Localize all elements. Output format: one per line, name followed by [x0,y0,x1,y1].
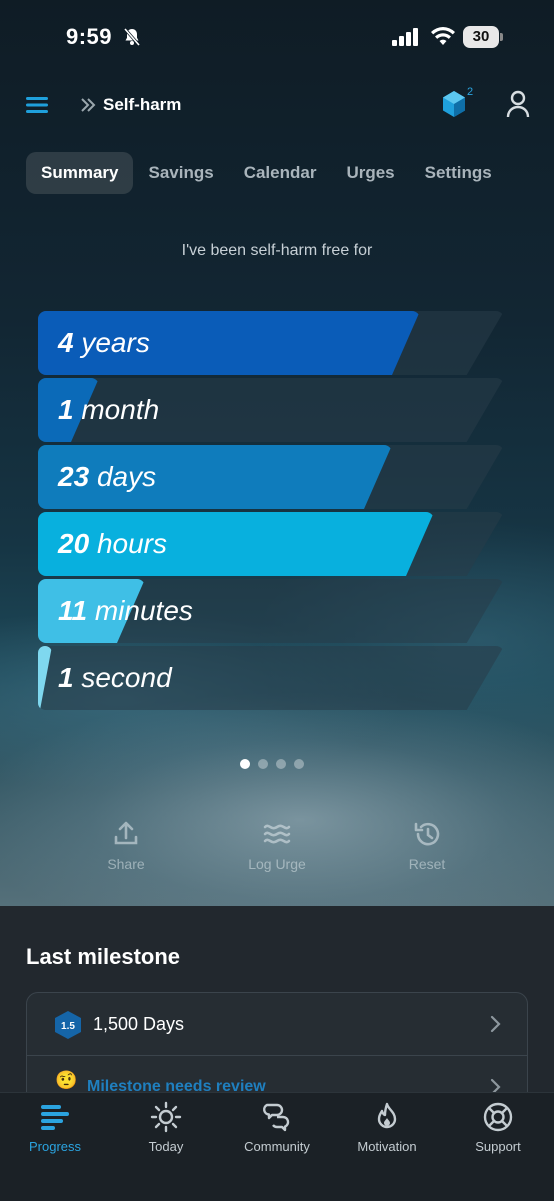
nav-support-label: Support [475,1139,521,1154]
milestone-badge-text: 1.5 [61,1021,75,1032]
log-urge-button[interactable]: Log Urge [227,820,327,872]
counter-unit: second [81,662,172,693]
nav-progress-label: Progress [28,1139,82,1154]
reset-label: Reset [408,856,446,872]
counter-seconds: 1 second [38,646,504,710]
tab-calendar[interactable]: Calendar [229,152,332,194]
free-for-caption: I've been self-harm free for [181,242,373,259]
log-urge-label: Log Urge [248,856,306,872]
page-dot[interactable] [276,759,286,769]
chevron-right-icon [489,1015,501,1038]
counter-months: 1 month [38,378,504,442]
milestone-panel: Last milestone 1.5 1,500 Days 🤨 Mileston… [0,906,554,1134]
counter-unit: month [81,394,160,425]
page-dot[interactable] [258,759,268,769]
counter-unit: minutes [94,595,193,626]
counter-actions: Share Log Urge Reset [0,820,554,884]
gem-count: 2 [467,86,474,98]
tab-summary[interactable]: Summary [26,152,134,194]
counter-value: 20 [58,528,90,559]
status-bar: 9:59 30 [0,0,554,74]
reset-button[interactable]: Reset [377,820,477,872]
tab-settings[interactable]: Settings [410,152,507,194]
counter-days: 23 days [38,445,504,509]
chat-bubbles-icon [222,1101,332,1133]
share-button[interactable]: Share [76,820,176,872]
progress-bars-icon [0,1101,110,1133]
lifebuoy-icon [443,1101,553,1133]
nav-support[interactable]: Support [443,1101,553,1154]
counter-unit: years [81,327,150,358]
tab-urges[interactable]: Urges [331,152,409,194]
addiction-title[interactable]: Self-harm [103,95,181,115]
status-time: 9:59 [66,24,113,49]
counter-unit: days [96,461,157,492]
nav-community-label: Community [244,1139,310,1154]
hexagon-gem-icon[interactable] [442,90,466,123]
section-tabs: Summary Savings Calendar Urges Settings [26,152,507,194]
counter-hours: 20 hours [38,512,504,576]
top-nav: Self-harm 2 [0,84,554,128]
counter-value: 11 [58,595,88,626]
share-icon [76,820,176,848]
milestone-badge-icon: 1.5 [54,1010,82,1045]
wifi-icon [430,26,456,51]
nav-today-label: Today [148,1139,184,1154]
history-icon [377,820,477,848]
page-indicator [240,759,304,769]
cell-signal-icon [392,28,420,51]
counter-value: 1 [58,394,74,425]
milestone-row[interactable]: 1.5 1,500 Days [27,993,527,1056]
sun-icon [111,1101,221,1133]
counter-years: 4 years [38,311,504,375]
battery-indicator: 30 [463,26,503,48]
page-dot[interactable] [240,759,250,769]
menu-icon[interactable] [26,96,48,119]
share-label: Share [107,856,145,872]
flame-icon [332,1101,442,1133]
review-emoji: 🤨 [55,1070,78,1090]
last-milestone-heading: Last milestone [26,944,181,969]
counter-value: 4 [58,327,74,358]
counter-minutes: 11 minutes [38,579,504,643]
page-dot[interactable] [294,759,304,769]
nav-motivation-label: Motivation [357,1139,417,1154]
waves-icon [227,820,327,848]
double-chevron-right-icon [80,96,96,119]
muted-bell-icon [122,27,142,52]
counter-value: 1 [58,662,74,693]
profile-icon[interactable] [506,90,530,123]
counter-unit: hours [96,528,167,559]
counter-value: 23 [58,461,90,492]
nav-today[interactable]: Today [111,1101,221,1154]
tab-savings[interactable]: Savings [133,152,228,194]
bottom-nav: Progress Today Community Motivation Supp… [0,1092,554,1201]
nav-progress[interactable]: Progress [0,1101,110,1154]
time-counter: 4 years 1 month 23 days 20 hours 11 minu… [38,311,504,713]
nav-community[interactable]: Community [222,1101,332,1154]
milestone-label: 1,500 Days [93,1014,185,1034]
nav-motivation[interactable]: Motivation [332,1101,442,1154]
